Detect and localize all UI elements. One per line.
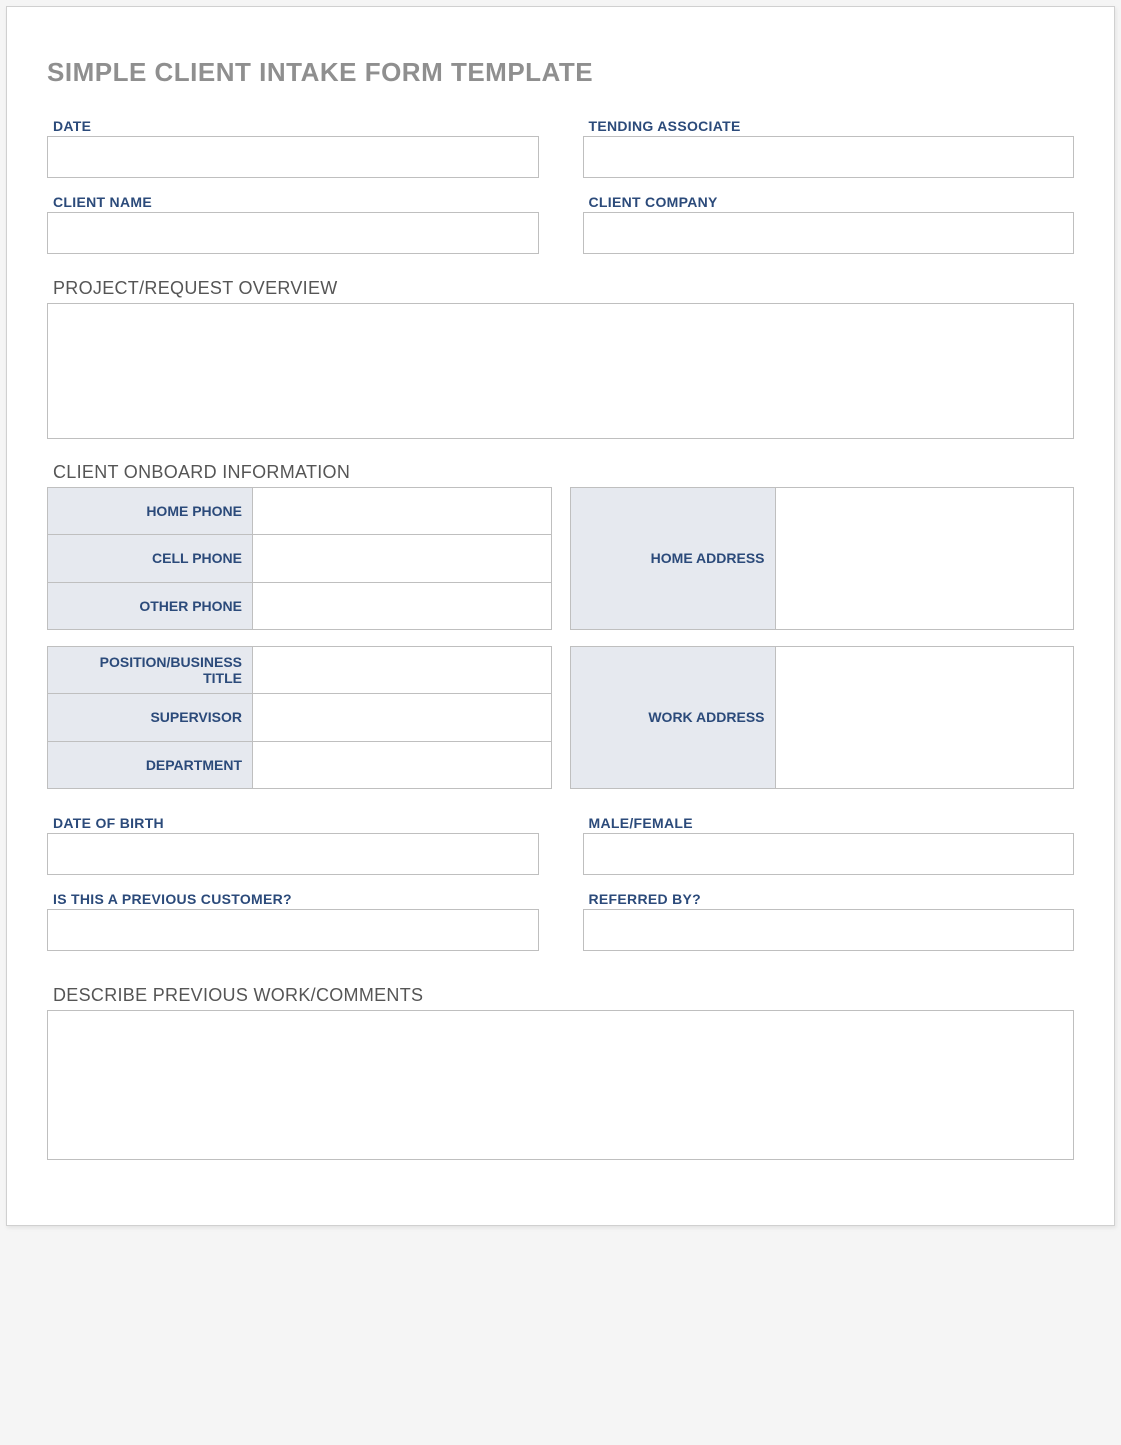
label-describe: DESCRIBE PREVIOUS WORK/COMMENTS xyxy=(47,977,1074,1010)
input-client-name[interactable] xyxy=(47,212,539,254)
label-gender: MALE/FEMALE xyxy=(583,815,1075,833)
label-department: DEPARTMENT xyxy=(48,741,253,788)
row-client-name-company: CLIENT NAME CLIENT COMPANY xyxy=(47,194,1074,254)
input-client-company[interactable] xyxy=(583,212,1075,254)
section-describe: DESCRIBE PREVIOUS WORK/COMMENTS xyxy=(47,977,1074,1165)
section-project-overview: PROJECT/REQUEST OVERVIEW xyxy=(47,270,1074,444)
onboard-table-home-address: HOME ADDRESS xyxy=(570,487,1075,630)
onboard-group-1: HOME PHONE CELL PHONE OTHER PHONE HOME A… xyxy=(47,487,1074,630)
onboard-table-position: POSITION/BUSINESS TITLE SUPERVISOR DEPAR… xyxy=(47,646,552,789)
label-other-phone: OTHER PHONE xyxy=(48,582,253,629)
label-client-name: CLIENT NAME xyxy=(47,194,539,212)
label-position-title: POSITION/BUSINESS TITLE xyxy=(48,647,253,694)
label-referred: REFERRED BY? xyxy=(583,891,1075,909)
field-tending-associate: TENDING ASSOCIATE xyxy=(583,118,1075,178)
row-prev-referred: IS THIS A PREVIOUS CUSTOMER? REFERRED BY… xyxy=(47,891,1074,951)
form-page: SIMPLE CLIENT INTAKE FORM TEMPLATE DATE … xyxy=(6,6,1115,1226)
field-date: DATE xyxy=(47,118,539,178)
input-home-phone[interactable] xyxy=(253,488,551,534)
label-date: DATE xyxy=(47,118,539,136)
table-row: CELL PHONE xyxy=(48,535,552,582)
table-row: DEPARTMENT xyxy=(48,741,552,788)
onboard-group-2: POSITION/BUSINESS TITLE SUPERVISOR DEPAR… xyxy=(47,646,1074,789)
input-other-phone[interactable] xyxy=(253,583,551,629)
table-row: SUPERVISOR xyxy=(48,694,552,741)
table-row: POSITION/BUSINESS TITLE xyxy=(48,647,552,694)
input-describe[interactable] xyxy=(47,1010,1074,1160)
field-prev-customer: IS THIS A PREVIOUS CUSTOMER? xyxy=(47,891,539,951)
input-date[interactable] xyxy=(47,136,539,178)
input-cell-phone[interactable] xyxy=(253,535,551,581)
input-dob[interactable] xyxy=(47,833,539,875)
field-dob: DATE OF BIRTH xyxy=(47,815,539,875)
label-prev-customer: IS THIS A PREVIOUS CUSTOMER? xyxy=(47,891,539,909)
label-dob: DATE OF BIRTH xyxy=(47,815,539,833)
label-tending-associate: TENDING ASSOCIATE xyxy=(583,118,1075,136)
label-client-company: CLIENT COMPANY xyxy=(583,194,1075,212)
label-cell-phone: CELL PHONE xyxy=(48,535,253,582)
field-gender: MALE/FEMALE xyxy=(583,815,1075,875)
label-onboard: CLIENT ONBOARD INFORMATION xyxy=(47,454,1074,487)
table-row: HOME PHONE xyxy=(48,488,552,535)
field-referred: REFERRED BY? xyxy=(583,891,1075,951)
input-gender[interactable] xyxy=(583,833,1075,875)
label-home-address: HOME ADDRESS xyxy=(570,488,775,630)
field-client-name: CLIENT NAME xyxy=(47,194,539,254)
input-position-title[interactable] xyxy=(253,647,551,693)
row-dob-gender: DATE OF BIRTH MALE/FEMALE xyxy=(47,815,1074,875)
input-referred[interactable] xyxy=(583,909,1075,951)
table-row: OTHER PHONE xyxy=(48,582,552,629)
label-supervisor: SUPERVISOR xyxy=(48,694,253,741)
input-work-address[interactable] xyxy=(776,647,1074,785)
input-prev-customer[interactable] xyxy=(47,909,539,951)
label-project-overview: PROJECT/REQUEST OVERVIEW xyxy=(47,270,1074,303)
label-home-phone: HOME PHONE xyxy=(48,488,253,535)
input-home-address[interactable] xyxy=(776,488,1074,626)
input-tending-associate[interactable] xyxy=(583,136,1075,178)
input-project-overview[interactable] xyxy=(47,303,1074,439)
row-date-associate: DATE TENDING ASSOCIATE xyxy=(47,118,1074,178)
onboard-table-phones: HOME PHONE CELL PHONE OTHER PHONE xyxy=(47,487,552,630)
label-work-address: WORK ADDRESS xyxy=(570,647,775,789)
field-client-company: CLIENT COMPANY xyxy=(583,194,1075,254)
input-supervisor[interactable] xyxy=(253,694,551,740)
onboard-table-work-address: WORK ADDRESS xyxy=(570,646,1075,789)
form-title: SIMPLE CLIENT INTAKE FORM TEMPLATE xyxy=(47,57,1074,88)
input-department[interactable] xyxy=(253,742,551,788)
